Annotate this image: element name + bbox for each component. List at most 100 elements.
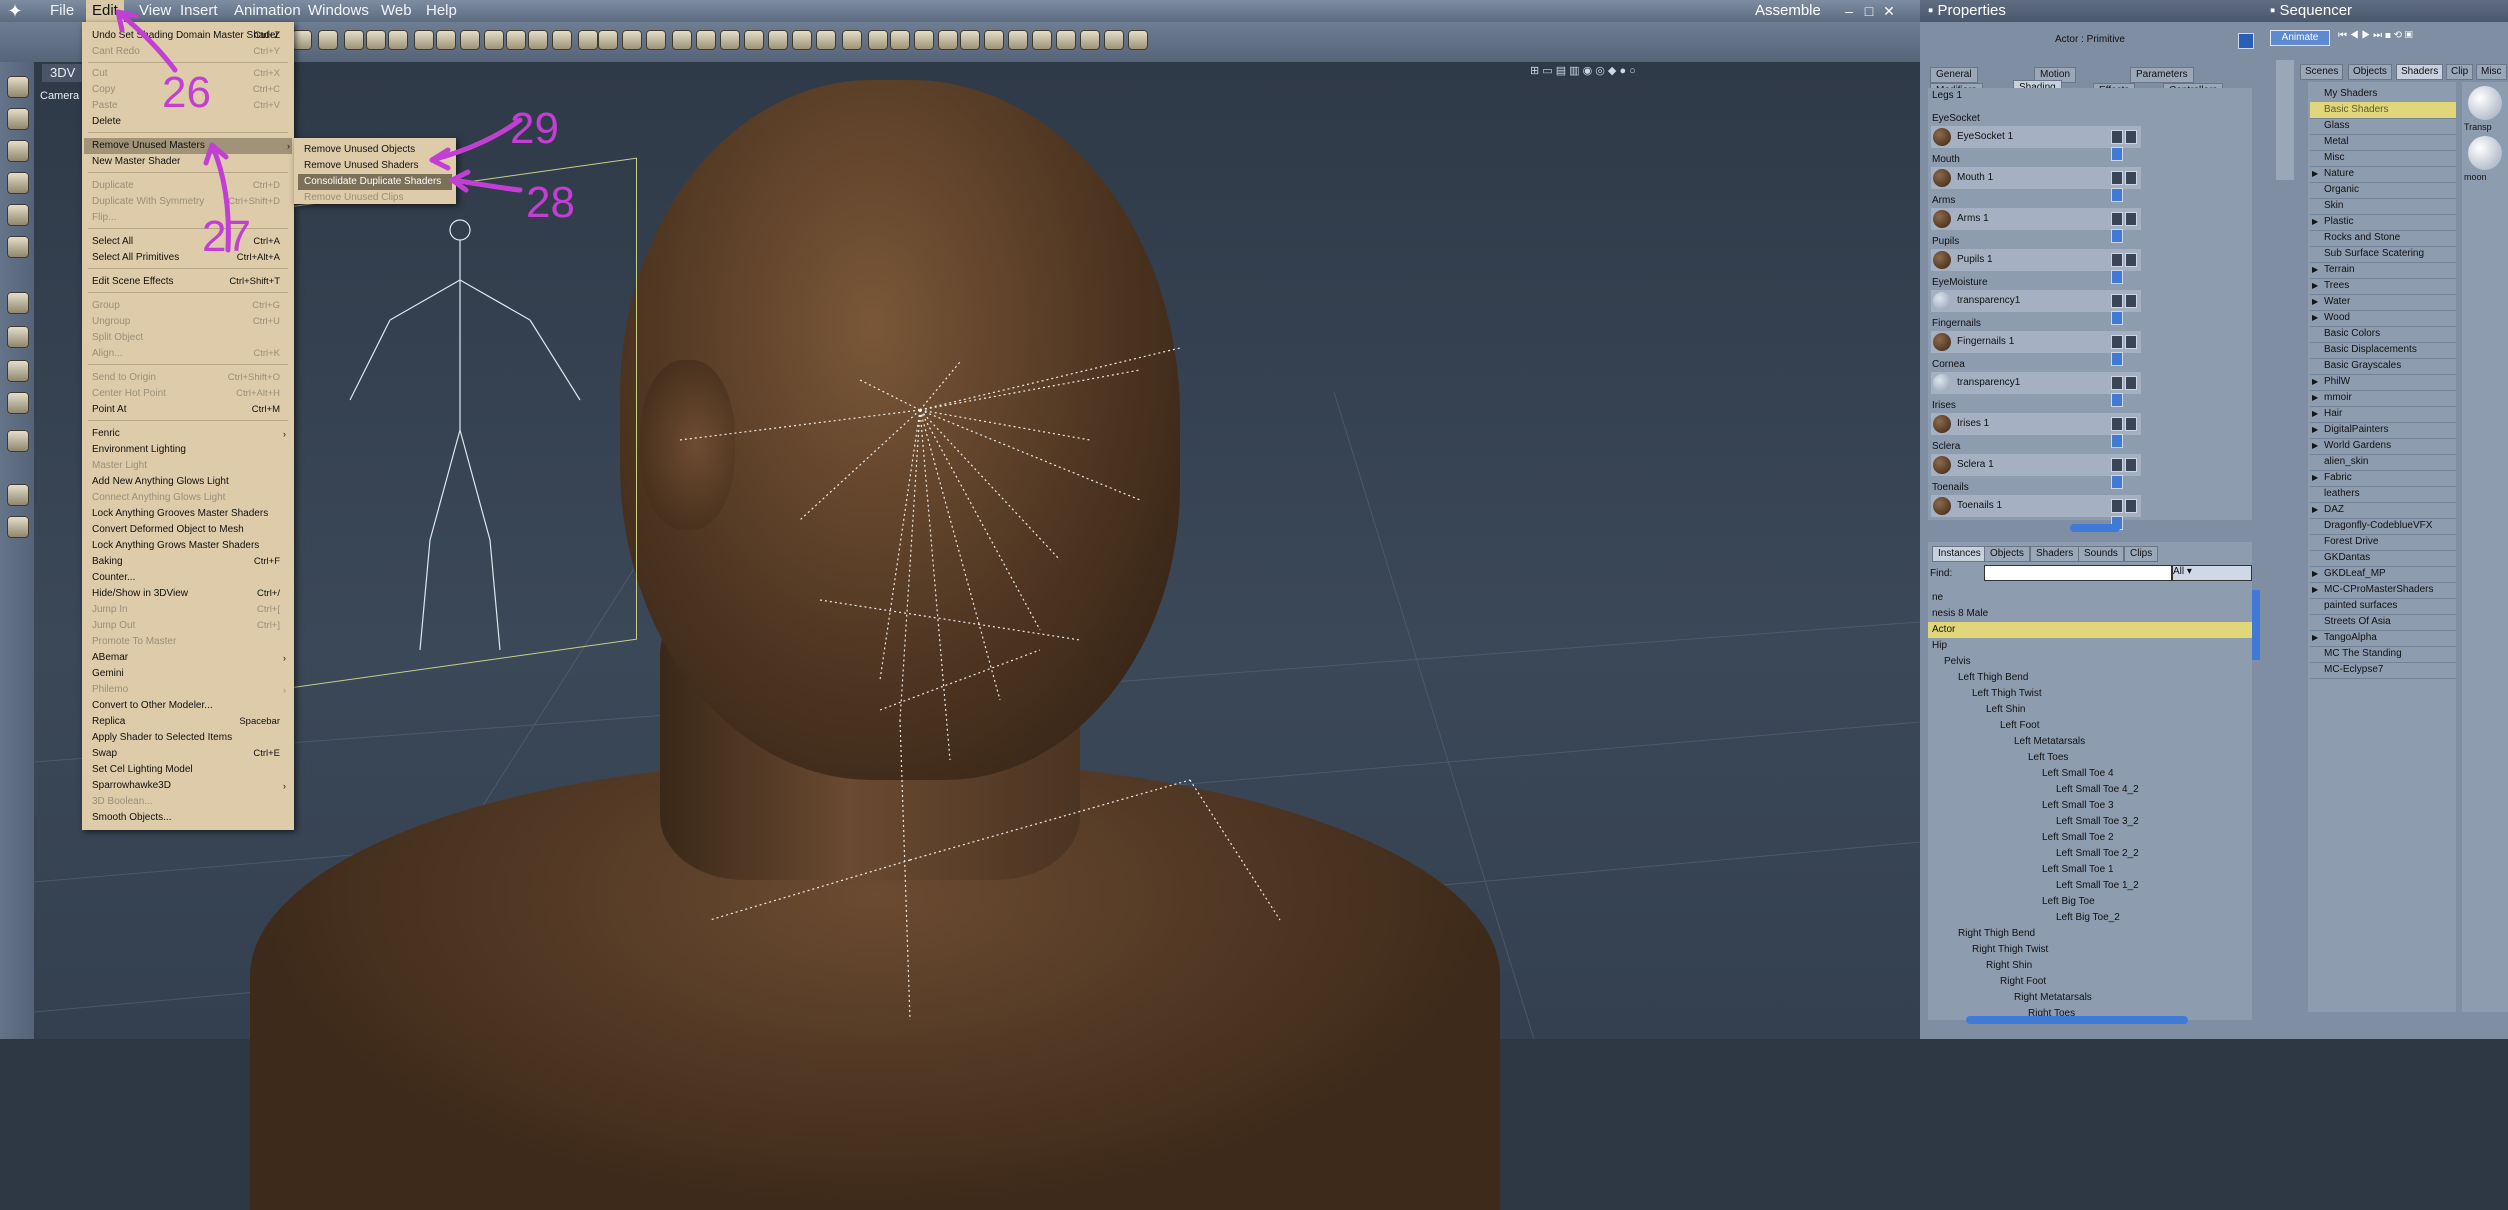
- library-folder-item[interactable]: Forest Drive: [2310, 534, 2456, 551]
- expand-triangle-icon[interactable]: ▶: [2312, 374, 2318, 390]
- library-folder-item[interactable]: ▶ TangoAlpha: [2310, 630, 2456, 647]
- tree-node[interactable]: Left Small Toe 1: [2042, 862, 2114, 878]
- shader-row[interactable]: transparency1: [1931, 372, 2141, 407]
- shader-row[interactable]: Irises 1: [1931, 413, 2141, 448]
- left-tool-10-icon[interactable]: [7, 430, 29, 452]
- edit-menu-item[interactable]: Lock Anything Grooves Master Shaders: [92, 506, 288, 522]
- shader-remove-icon[interactable]: [2125, 212, 2137, 226]
- toolbar-tool-32-icon[interactable]: [1032, 30, 1052, 50]
- shader-remove-icon[interactable]: [2125, 253, 2137, 267]
- shader-edit-icon[interactable]: [2111, 212, 2123, 226]
- toolbar-tool-36-icon[interactable]: [1128, 30, 1148, 50]
- tree-node[interactable]: Left Big Toe: [2042, 894, 2095, 910]
- library-folder-item[interactable]: ▶ World Gardens: [2310, 438, 2456, 455]
- tab-parameters[interactable]: Parameters: [2130, 67, 2194, 83]
- edit-menu-item[interactable]: Sparrowhawke3D ›: [92, 778, 288, 794]
- left-tool-8-icon[interactable]: [7, 360, 29, 382]
- shader-thumbnail-icon[interactable]: [2468, 136, 2502, 170]
- toolbar-tool-35-icon[interactable]: [1104, 30, 1124, 50]
- shader-row-buttons[interactable]: [2111, 294, 2147, 325]
- tree-node[interactable]: Left Foot: [2000, 718, 2039, 734]
- tab-sounds[interactable]: Sounds: [2078, 546, 2124, 562]
- library-folder-item[interactable]: Skin: [2310, 198, 2456, 215]
- expand-triangle-icon[interactable]: ▶: [2312, 166, 2318, 182]
- tree-node[interactable]: Hip: [1932, 638, 1947, 654]
- room-label[interactable]: Assemble: [1755, 0, 1821, 22]
- library-folder-item[interactable]: Sub Surface Scatering: [2310, 246, 2456, 263]
- tree-node[interactable]: Left Small Toe 4: [2042, 766, 2114, 782]
- shader-menu-icon[interactable]: [2111, 352, 2123, 366]
- toolbar-tool-23-icon[interactable]: [816, 30, 836, 50]
- toolbar-tool-19-icon[interactable]: [720, 30, 740, 50]
- toolbar-tool-34-icon[interactable]: [1080, 30, 1100, 50]
- library-folder-item[interactable]: alien_skin: [2310, 454, 2456, 471]
- toolbar-tool-25-icon[interactable]: [868, 30, 888, 50]
- left-tool-12-icon[interactable]: [7, 516, 29, 538]
- left-tool-6-icon[interactable]: [7, 292, 29, 314]
- library-folder-item[interactable]: Glass: [2310, 118, 2456, 135]
- toolbar-tool-22-icon[interactable]: [792, 30, 812, 50]
- edit-menu-item[interactable]: ABemar ›: [92, 650, 288, 666]
- tree-node[interactable]: Pelvis: [1944, 654, 1971, 670]
- library-folder-item[interactable]: ▶ PhilW: [2310, 374, 2456, 391]
- library-folder-item[interactable]: painted surfaces: [2310, 598, 2456, 615]
- shader-edit-icon[interactable]: [2111, 171, 2123, 185]
- shader-menu-icon[interactable]: [2111, 311, 2123, 325]
- expand-triangle-icon[interactable]: ▶: [2312, 566, 2318, 582]
- expand-triangle-icon[interactable]: ▶: [2312, 214, 2318, 230]
- browser-vertical-tabs[interactable]: [2276, 60, 2294, 180]
- shader-row[interactable]: Mouth 1: [1931, 167, 2141, 202]
- shader-row-buttons[interactable]: [2111, 253, 2147, 284]
- tree-node[interactable]: Left Small Toe 2: [2042, 830, 2114, 846]
- shader-edit-icon[interactable]: [2111, 417, 2123, 431]
- library-folder-item[interactable]: ▶ MC-CProMasterShaders: [2310, 582, 2456, 599]
- shader-row[interactable]: Toenails 1: [1931, 495, 2141, 530]
- library-folder-item[interactable]: MC-Eclypse7: [2310, 662, 2456, 679]
- library-folder-item[interactable]: ▶ GKDLeaf_MP: [2310, 566, 2456, 583]
- edit-menu-item[interactable]: Replica Spacebar: [92, 714, 288, 730]
- edit-menu-item[interactable]: Environment Lighting: [92, 442, 288, 458]
- playback-controls[interactable]: ⏮ ◀ ▶ ⏭ ◼ ⟲ ▣: [2338, 30, 2488, 44]
- tree-hscrollbar[interactable]: [1966, 1016, 2188, 1024]
- tree-node[interactable]: Right Shin: [1986, 958, 2032, 974]
- shader-remove-icon[interactable]: [2125, 458, 2137, 472]
- animate-button[interactable]: Animate: [2270, 30, 2330, 46]
- shader-row-buttons[interactable]: [2111, 171, 2147, 202]
- shader-menu-icon[interactable]: [2111, 229, 2123, 243]
- panel-splitter[interactable]: [2070, 524, 2120, 532]
- shader-menu-icon[interactable]: [2111, 270, 2123, 284]
- toolbar-tool-33-icon[interactable]: [1056, 30, 1076, 50]
- toolbar-tool-29-icon[interactable]: [960, 30, 980, 50]
- library-folder-item[interactable]: ▶ Terrain: [2310, 262, 2456, 279]
- shader-row-buttons[interactable]: [2111, 417, 2147, 448]
- tree-node[interactable]: Right Foot: [2000, 974, 2046, 990]
- edit-menu-item[interactable]: Apply Shader to Selected Items: [92, 730, 288, 746]
- shader-row-buttons[interactable]: [2111, 499, 2147, 530]
- shader-menu-icon[interactable]: [2111, 475, 2123, 489]
- shader-menu-icon[interactable]: [2111, 147, 2123, 161]
- minimize-icon[interactable]: –: [1840, 2, 1858, 20]
- library-folder-item[interactable]: My Shaders: [2310, 86, 2456, 103]
- shader-remove-icon[interactable]: [2125, 417, 2137, 431]
- toolbar-tool-27-icon[interactable]: [914, 30, 934, 50]
- library-folder-item[interactable]: Basic Grayscales: [2310, 358, 2456, 375]
- library-tab-objects[interactable]: Objects: [2348, 64, 2392, 80]
- library-folder-item[interactable]: Organic: [2310, 182, 2456, 199]
- find-input[interactable]: [1984, 565, 2172, 581]
- toolbar-tool-26-icon[interactable]: [890, 30, 910, 50]
- shader-thumbnail-icon[interactable]: [2468, 86, 2502, 120]
- edit-menu-item[interactable]: Convert Deformed Object to Mesh: [92, 522, 288, 538]
- shader-remove-icon[interactable]: [2125, 335, 2137, 349]
- shader-remove-icon[interactable]: [2125, 294, 2137, 308]
- maximize-icon[interactable]: □: [1860, 2, 1878, 20]
- tree-node[interactable]: nesis 8 Male: [1932, 606, 1988, 622]
- library-folder-item[interactable]: Metal: [2310, 134, 2456, 151]
- expand-triangle-icon[interactable]: ▶: [2312, 630, 2318, 646]
- expand-triangle-icon[interactable]: ▶: [2312, 390, 2318, 406]
- library-tab-clip[interactable]: Clip: [2446, 64, 2474, 80]
- tree-node[interactable]: Left Metatarsals: [2014, 734, 2085, 750]
- expand-triangle-icon[interactable]: ▶: [2312, 582, 2318, 598]
- toolbar-tool-18-icon[interactable]: [696, 30, 716, 50]
- library-folder-item[interactable]: MC The Standing: [2310, 646, 2456, 663]
- tree-node[interactable]: ne: [1932, 590, 1943, 606]
